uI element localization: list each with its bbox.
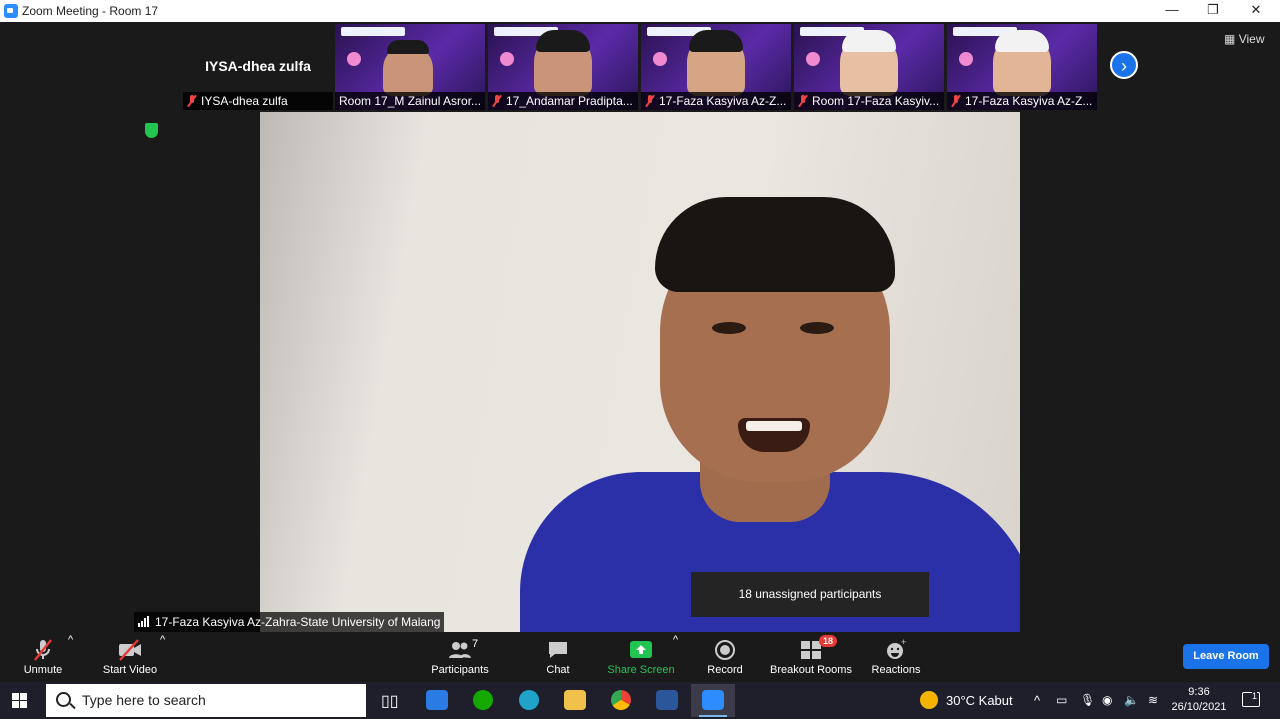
windows-taskbar: Type here to search ▯▯ 30°C Kabut ^ ▭ 🎙 … <box>0 682 1280 719</box>
participant-label: IYSA-dhea zulfa <box>183 92 333 110</box>
leave-room-button[interactable]: Leave Room <box>1183 644 1269 669</box>
reactions-icon: + <box>868 637 924 662</box>
camera-tray-icon[interactable]: ◉ <box>1102 682 1112 719</box>
chat-button[interactable]: Chat <box>538 634 578 682</box>
video-options-caret[interactable]: ^ <box>160 634 165 682</box>
participant-tile[interactable]: IYSA-dhea zulfa IYSA-dhea zulfa <box>183 24 333 110</box>
participant-tile[interactable]: 17-Faza Kasyiva Az-Z... <box>641 24 791 110</box>
weather-widget[interactable]: 30°C Kabut <box>920 682 1013 719</box>
minimize-button[interactable]: — <box>1152 0 1192 22</box>
edge-browser-icon[interactable] <box>507 684 551 717</box>
view-button[interactable]: ▦ View <box>1224 32 1264 46</box>
video-off-icon <box>98 638 162 662</box>
taskbar-search-box[interactable]: Type here to search <box>46 684 366 717</box>
signal-strength-icon <box>138 616 150 627</box>
system-clock[interactable]: 9:36 26/10/2021 <box>1168 685 1230 715</box>
participants-icon: 7 <box>428 638 492 662</box>
task-view-icon[interactable]: ▯▯ <box>368 684 412 717</box>
windows-start-icon[interactable] <box>12 693 28 709</box>
participants-button[interactable]: 7 Participants <box>428 634 492 682</box>
word-app-icon[interactable] <box>645 684 689 717</box>
zoom-app-icon[interactable] <box>691 684 735 717</box>
record-icon <box>703 638 747 662</box>
participant-label: 17-Faza Kasyiva Az-Z... <box>641 92 791 110</box>
meeting-toolbar: Unmute ^ Start Video ^ 7 Participants Ch… <box>0 634 1280 682</box>
show-hidden-icons[interactable]: ^ <box>1034 682 1040 719</box>
notifications-icon[interactable]: 1 <box>1242 682 1260 719</box>
next-page-button[interactable]: › <box>1110 51 1138 79</box>
participant-gallery-strip: IYSA-dhea zulfa IYSA-dhea zulfa Room 17_… <box>183 24 1097 110</box>
grid-icon: ▦ <box>1224 32 1236 46</box>
share-screen-button[interactable]: Share Screen <box>604 634 678 682</box>
restore-button[interactable]: ❐ <box>1193 0 1233 22</box>
participant-tile[interactable]: Room 17_M Zainul Asror... <box>335 24 485 110</box>
participant-label: Room 17_M Zainul Asror... <box>335 92 485 110</box>
audio-options-caret[interactable]: ^ <box>68 634 73 682</box>
active-speaker-video <box>260 112 1020 632</box>
svg-text:+: + <box>901 638 906 647</box>
search-icon <box>56 692 71 707</box>
mic-muted-icon <box>187 95 197 107</box>
breakout-tooltip: 18 unassigned participants <box>691 572 929 617</box>
record-button[interactable]: Record <box>703 634 747 682</box>
participant-tile[interactable]: 17_Andamar Pradipta... <box>488 24 638 110</box>
breakout-rooms-button[interactable]: 18 Breakout Rooms <box>768 634 854 682</box>
participant-tile[interactable]: 17-Faza Kasyiva Az-Z... <box>947 24 1097 110</box>
share-options-caret[interactable]: ^ <box>673 634 678 682</box>
mic-muted-icon <box>798 95 808 107</box>
participant-name-display: IYSA-dhea zulfa <box>205 58 311 74</box>
battery-icon[interactable]: ▭ <box>1056 682 1067 719</box>
participant-tile[interactable]: Room 17-Faza Kasyiv... <box>794 24 944 110</box>
wifi-icon[interactable]: ≋ <box>1148 682 1158 719</box>
mic-muted-icon <box>14 638 72 662</box>
chat-icon <box>538 638 578 662</box>
breakout-rooms-icon: 18 <box>799 635 838 662</box>
encryption-shield-icon[interactable] <box>145 123 158 138</box>
unmute-button[interactable]: Unmute <box>14 634 72 682</box>
close-button[interactable]: ✕ <box>1236 0 1276 22</box>
start-video-button[interactable]: Start Video <box>98 634 162 682</box>
mic-muted-icon <box>951 95 961 107</box>
participant-label: Room 17-Faza Kasyiv... <box>794 92 944 110</box>
breakout-count-badge: 18 <box>819 635 838 647</box>
participant-label: 17-Faza Kasyiva Az-Z... <box>947 92 1097 110</box>
zoom-app-icon <box>4 4 18 18</box>
mail-app-icon[interactable] <box>415 684 459 717</box>
weather-icon <box>920 691 938 709</box>
chrome-browser-icon[interactable] <box>599 684 643 717</box>
file-explorer-icon[interactable] <box>553 684 597 717</box>
mic-muted-icon <box>645 95 655 107</box>
window-title: Zoom Meeting - Room 17 <box>22 4 159 18</box>
upwork-app-icon[interactable] <box>461 684 505 717</box>
active-speaker-label: 17-Faza Kasyiva Az-Zahra-State Universit… <box>134 612 445 632</box>
notification-count: 1 <box>1252 691 1258 701</box>
participants-count: 7 <box>472 638 479 650</box>
volume-icon[interactable]: 🔈 <box>1124 682 1139 719</box>
participant-label: 17_Andamar Pradipta... <box>488 92 638 110</box>
share-screen-icon <box>604 638 678 662</box>
microphone-tray-icon[interactable]: 🎙 <box>1080 682 1095 719</box>
reactions-button[interactable]: + Reactions <box>868 634 924 682</box>
mic-muted-icon <box>492 95 502 107</box>
window-title-bar: Zoom Meeting - Room 17 — ❐ ✕ <box>0 0 1280 22</box>
